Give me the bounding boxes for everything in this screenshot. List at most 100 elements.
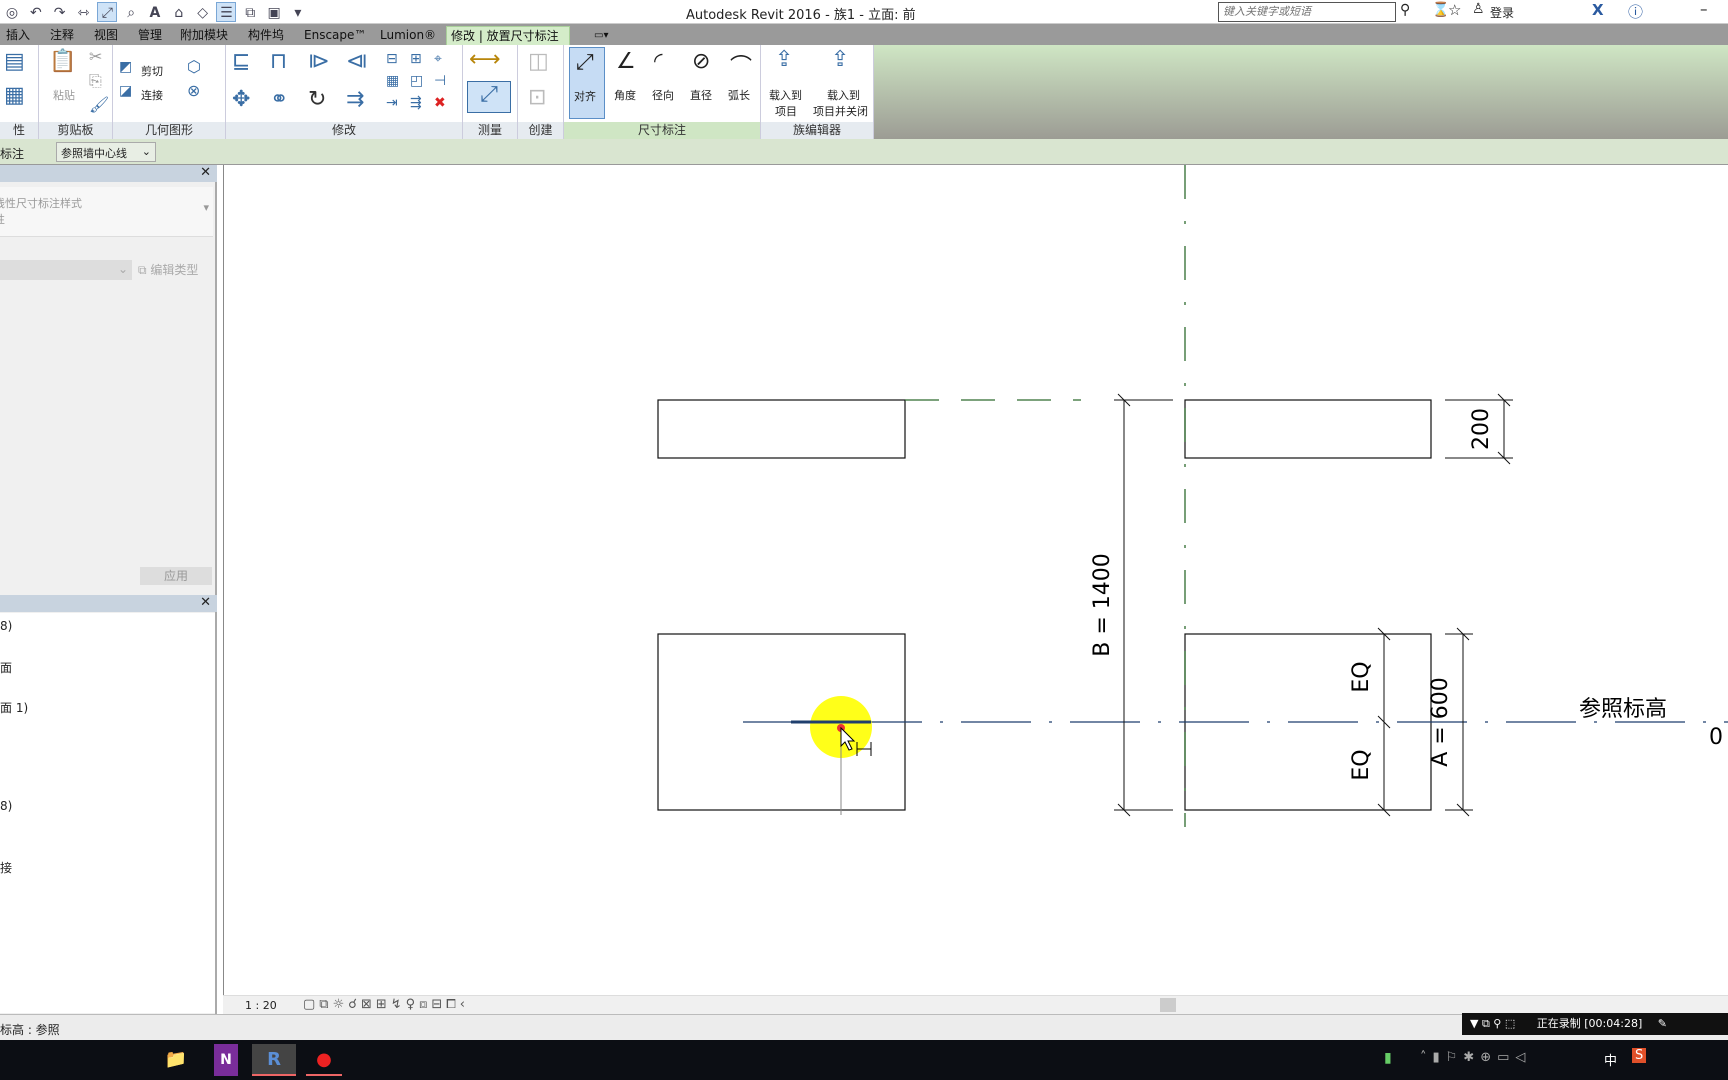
recorder-app-icon[interactable]: ●	[306, 1044, 342, 1076]
pin-icon[interactable]: ⊣	[434, 73, 446, 89]
dimension-angular-button[interactable]: ∠ 角度	[608, 47, 646, 119]
move-icon[interactable]: ✥	[232, 87, 250, 112]
load-into-project-button[interactable]: ⇪ 载入到 项目	[763, 47, 813, 121]
thin-lines-icon[interactable]: ☰	[216, 2, 237, 22]
redo-icon[interactable]: ↷	[50, 3, 70, 23]
create-group-icon[interactable]: ◫	[528, 49, 549, 74]
browser-item[interactable]: 面	[0, 659, 12, 676]
edit-type-button[interactable]: ⧉ 编辑类型	[138, 261, 198, 278]
level-elevation[interactable]: 0	[1709, 725, 1723, 750]
properties-icon[interactable]: ▤	[4, 49, 25, 74]
measure-between-icon[interactable]: ⟷	[469, 47, 501, 72]
dimension-eq-label-bottom[interactable]: EQ	[1349, 749, 1374, 780]
dimension-eq-label-top[interactable]: EQ	[1349, 661, 1374, 692]
trim-multiple-icon[interactable]: ⇶	[410, 95, 422, 111]
pen-icon[interactable]: ✎	[1658, 1017, 1667, 1030]
rotate-icon[interactable]: ↻	[308, 87, 326, 112]
dimension-aligned-button[interactable]: ⤢ 对齐	[569, 47, 605, 119]
measure-along-icon[interactable]: ⤢	[467, 81, 511, 113]
split-icon[interactable]: ⊟	[386, 51, 398, 67]
browser-item[interactable]: 8)	[0, 799, 12, 813]
switch-windows-icon[interactable]: ▣	[264, 3, 284, 23]
load-into-project-and-close-button[interactable]: ⇪ 载入到 项目并关闭	[813, 47, 873, 121]
dimension-a-label[interactable]: A = 600	[1428, 677, 1453, 766]
horizontal-scrollbar-thumb[interactable]	[1160, 998, 1176, 1012]
measure-icon[interactable]: ⇿	[73, 3, 93, 23]
delete-icon[interactable]: ✖	[434, 95, 446, 111]
tab-addins[interactable]: 附加模块	[176, 26, 232, 45]
drawing-canvas[interactable]: B = 1400 200 EQ EQ A = 600 参照标高 0	[223, 165, 1728, 995]
mirror-draw-axis-icon[interactable]: ⧏	[346, 49, 368, 74]
recorder-controls-icon[interactable]: ▼ ⧉ ⚲ ⬚	[1470, 1017, 1519, 1030]
close-hidden-icon[interactable]: ⧉	[240, 3, 260, 23]
favorites-star-icon[interactable]: ☆	[1448, 1, 1461, 19]
onenote-icon[interactable]: N	[214, 1044, 238, 1076]
browser-item[interactable]: 8)	[0, 619, 12, 633]
split-gap-icon[interactable]: ⊞	[410, 51, 422, 67]
level-name[interactable]: 参照标高	[1579, 697, 1667, 722]
paste-icon[interactable]: 📋	[49, 49, 76, 74]
offset-icon[interactable]: ⊓	[270, 49, 287, 74]
tab-manage[interactable]: 管理	[134, 26, 166, 45]
align-icon[interactable]: ⊑	[232, 49, 250, 74]
section-icon[interactable]: ◇	[193, 3, 213, 23]
3d-view-icon[interactable]: ⌂	[169, 3, 189, 23]
split-face-icon[interactable]: ⊗	[187, 81, 200, 100]
view-scale[interactable]: 1 : 20	[245, 999, 277, 1012]
tab-lumion[interactable]: Lumion®	[376, 26, 440, 45]
match-properties-icon[interactable]: 🖌	[89, 95, 109, 114]
sogou-ime-icon[interactable]: S	[1632, 1048, 1647, 1063]
browser-item[interactable]: 接	[0, 859, 12, 876]
copy-icon[interactable]: ⎘	[89, 71, 102, 91]
undo-icon[interactable]: ↶	[26, 3, 46, 23]
tab-insert[interactable]: 插入	[2, 26, 34, 45]
unpin-icon[interactable]: ⌖	[434, 51, 442, 67]
dimension-arc-length-button[interactable]: ⌒ 弧长	[722, 47, 760, 119]
aligned-dimension-icon[interactable]: ⤢	[97, 2, 118, 22]
text-icon[interactable]: A	[145, 3, 165, 23]
app-menu-icon[interactable]: ◎	[2, 3, 22, 23]
subscription-icon[interactable]: ⌛	[1432, 2, 1449, 18]
trim-single-icon[interactable]: ⇥	[386, 95, 398, 111]
paste-button[interactable]: 粘贴	[53, 87, 75, 103]
tab-annotate[interactable]: 注释	[46, 26, 78, 45]
mirror-pick-axis-icon[interactable]: ⧐	[308, 49, 330, 74]
tab-enscape[interactable]: Enscape™	[300, 26, 370, 45]
customize-icon[interactable]: ▾	[288, 3, 308, 23]
file-explorer-icon[interactable]: 📁	[158, 1044, 194, 1076]
tag-icon[interactable]: ⌕	[121, 3, 141, 23]
revit-icon[interactable]: R	[252, 1044, 296, 1076]
search-input[interactable]	[1218, 2, 1396, 22]
dimension-radial-button[interactable]: ◜ 径向	[646, 47, 684, 119]
dimension-b-label[interactable]: B = 1400	[1090, 553, 1115, 657]
create-similar-icon[interactable]: ⊡	[528, 85, 546, 110]
tab-view[interactable]: 视图	[90, 26, 122, 45]
view-control-icons[interactable]: ▢⧉☼☌⊠⊞↯♀⧈⊟⧠‹	[303, 997, 469, 1012]
browser-item[interactable]: 面 1)	[0, 699, 28, 716]
cut-icon[interactable]: ✂	[89, 47, 102, 66]
trim-extend-icon[interactable]: ⇉	[346, 87, 364, 112]
exchange-apps-icon[interactable]: X	[1592, 1, 1604, 19]
wall-joins-icon[interactable]: ⬡	[187, 57, 201, 76]
instance-filter-select[interactable]: ⌄	[0, 260, 132, 280]
tab-component-dock[interactable]: 构件坞	[244, 26, 288, 45]
copy-element-icon[interactable]: ⚭	[270, 87, 288, 112]
join-button[interactable]: 连接	[141, 87, 163, 103]
array-icon[interactable]: ▦	[386, 73, 399, 89]
dimension-diameter-button[interactable]: ⊘ 直径	[684, 47, 722, 119]
ribbon-minimize-icon[interactable]: ▭▾	[590, 26, 612, 45]
cut-geometry-button[interactable]: 剪切	[141, 63, 163, 79]
close-icon[interactable]: ✕	[200, 165, 211, 180]
apply-button[interactable]: 应用	[140, 567, 212, 585]
login-button[interactable]: 登录	[1490, 4, 1514, 21]
binoculars-icon[interactable]: ⚲	[1400, 2, 1410, 18]
type-properties-icon[interactable]: ▦	[4, 83, 25, 108]
tray-battery-icon[interactable]: ▮	[1384, 1050, 1392, 1066]
tray-icons[interactable]: ˄▮⚐✱⊕▭◁	[1420, 1050, 1531, 1065]
close-icon[interactable]: ✕	[200, 595, 211, 610]
tab-modify-place-dimension[interactable]: 修改 | 放置尺寸标注	[446, 26, 570, 45]
type-selector[interactable]: 线性尺寸标注样式 性 ▾	[0, 187, 213, 237]
scale-icon[interactable]: ◰	[410, 73, 423, 89]
help-icon[interactable]: ⓘ	[1628, 1, 1643, 22]
dimension-200-label[interactable]: 200	[1469, 408, 1494, 450]
